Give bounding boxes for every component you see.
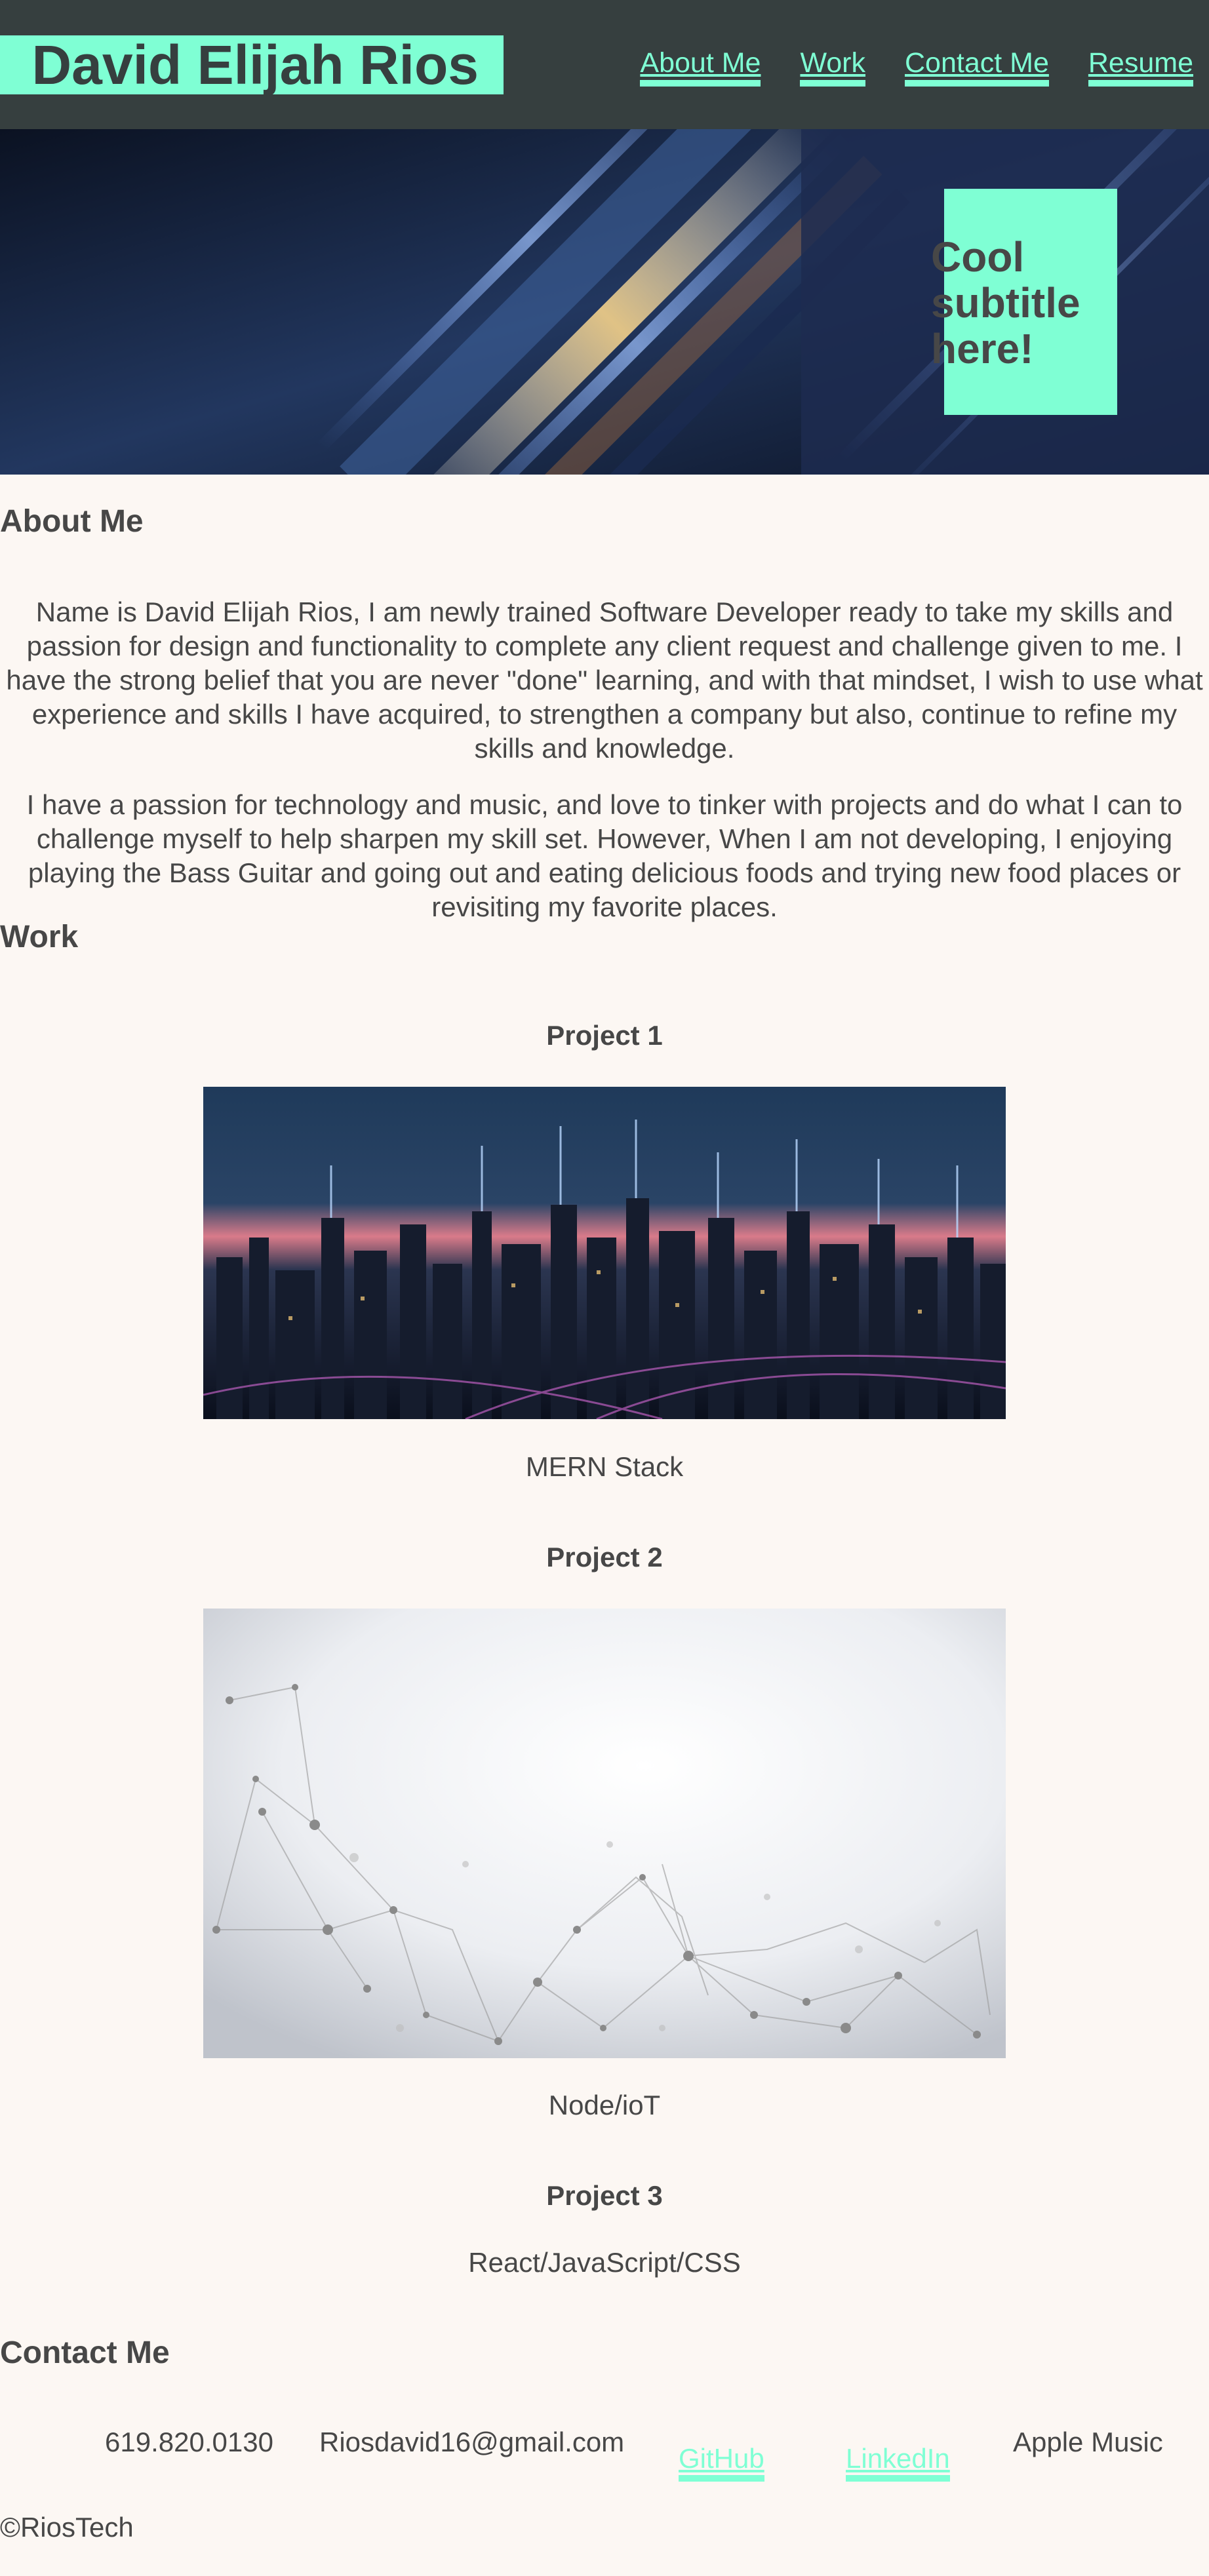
project-3-title: Project 3 (546, 2180, 663, 2211)
project-3-tech: React/JavaScript/CSS (468, 2247, 741, 2278)
project-2-tech: Node/ioT (548, 2090, 661, 2120)
nav-link-work[interactable]: Work (800, 46, 865, 87)
hero-banner: Cool subtitle here! (0, 129, 1209, 475)
hero-subtitle: Cool subtitle here! (931, 233, 1080, 372)
project-2-title: Project 2 (546, 1542, 663, 1572)
nav-link-about[interactable]: About Me (640, 46, 761, 87)
project-2-image[interactable] (203, 1609, 1006, 2058)
contact-email[interactable]: Riosdavid16@gmail.com (319, 2427, 624, 2458)
contact-heading: Contact Me (0, 2335, 170, 2370)
about-heading: About Me (0, 504, 144, 539)
nav-link-contact[interactable]: Contact Me (905, 46, 1049, 87)
project-1-image[interactable] (203, 1087, 1006, 1419)
project-1-title: Project 1 (546, 1020, 663, 1051)
city-skyline-image (203, 1087, 1006, 1419)
work-heading: Work (0, 920, 79, 954)
main-nav: About Me Work Contact Me Resume (640, 46, 1193, 87)
contact-phone: 619.820.0130 (105, 2427, 273, 2457)
contact-linkedin-link[interactable]: LinkedIn (846, 2442, 950, 2482)
network-graph-image (203, 1609, 1006, 2058)
site-title: David Elijah Rios (0, 35, 504, 94)
contact-apple-music[interactable]: Apple Music (1013, 2427, 1163, 2458)
site-header: David Elijah Rios About Me Work Contact … (0, 0, 1209, 129)
contact-github-link[interactable]: GitHub (679, 2442, 764, 2482)
about-paragraph-1: Name is David Elijah Rios, I am newly tr… (6, 596, 1203, 764)
footer-copyright: ©RiosTech (0, 2512, 134, 2543)
project-1-tech: MERN Stack (525, 1451, 684, 1482)
nav-link-resume[interactable]: Resume (1088, 46, 1193, 87)
about-paragraph-2: I have a passion for technology and musi… (26, 789, 1183, 922)
